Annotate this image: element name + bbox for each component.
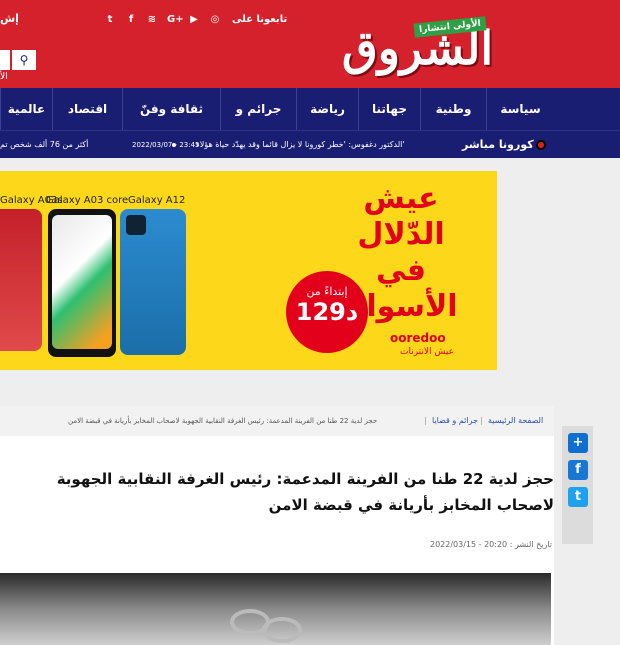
twitter-icon[interactable]: t bbox=[104, 12, 116, 28]
social-links: t f ≋ G+ ▶ ◎ bbox=[104, 12, 221, 28]
news-ticker: كورونا مباشر الدكتور دغفوس: 'خطر كورونا … bbox=[0, 130, 620, 158]
ad-banner[interactable]: Galaxy A03s Galaxy A03 core Galaxy A12 ع… bbox=[0, 171, 497, 370]
nav-item-crimes[interactable]: جرائم و قضايا bbox=[220, 88, 296, 158]
ad-brand-tagline: عيش الانترنات bbox=[400, 347, 454, 357]
breadcrumb-separator: | bbox=[480, 416, 483, 425]
publish-date: تاريخ النشر : 20:20 - 2022/03/15 bbox=[430, 540, 553, 549]
site-logo[interactable]: الشروق الأولى انتشارا bbox=[342, 16, 542, 82]
phone-a03s bbox=[0, 209, 42, 351]
phone-label-a12: Galaxy A12 bbox=[128, 195, 186, 206]
header-edge-text: الأ bbox=[0, 72, 8, 82]
twitter-share-icon[interactable]: t bbox=[568, 487, 588, 507]
facebook-icon[interactable]: f bbox=[125, 12, 137, 28]
breadcrumb-category[interactable]: جرائم و قضايا bbox=[432, 406, 478, 436]
ad-brand-logo: ooredoo bbox=[390, 331, 446, 345]
search-icon[interactable]: ⚲ bbox=[12, 50, 36, 70]
ad-headline-line1: عيش الدّلال bbox=[357, 181, 445, 252]
ad-price: 129د bbox=[295, 298, 359, 326]
nav-item-regions[interactable]: جهاتنا bbox=[358, 88, 420, 130]
follow-label: تابعونا على bbox=[232, 14, 288, 25]
header-edge-link[interactable]: إش bbox=[0, 12, 19, 25]
main-nav: سياسة وطنية جهاتنا رياضة جرائم و قضايا ث… bbox=[0, 88, 620, 158]
site-header: إش ⚲ الأ t f ≋ G+ ▶ ◎ تابعونا على الشروق… bbox=[0, 0, 620, 88]
ad-price-badge: إبتداءً من 129د bbox=[286, 271, 368, 353]
breadcrumb-separator: | bbox=[424, 416, 427, 425]
phone-label-a03core: Galaxy A03 core bbox=[46, 195, 129, 206]
nav-item-economy[interactable]: اقتصاد bbox=[52, 88, 122, 130]
google-plus-icon[interactable]: G+ bbox=[167, 12, 184, 28]
nav-item-politics[interactable]: سياسة bbox=[486, 88, 554, 130]
ticker-date: 2022/03/07 - 23:45 bbox=[132, 141, 200, 149]
youtube-icon[interactable]: ▶ bbox=[188, 12, 200, 28]
ticker-headline-next[interactable]: أكثر من 76 ألف شخص تم bbox=[0, 131, 88, 159]
article-hero-image bbox=[0, 573, 551, 645]
phone-a12 bbox=[120, 209, 186, 355]
share-sidebar: + f t bbox=[562, 426, 593, 544]
instagram-icon[interactable]: ◎ bbox=[209, 12, 221, 28]
ticker-label: كورونا مباشر bbox=[462, 138, 534, 151]
facebook-share-icon[interactable]: f bbox=[568, 460, 588, 480]
handcuff-shape bbox=[262, 617, 302, 643]
breadcrumb-home[interactable]: الصفحة الرئيسية bbox=[488, 406, 543, 436]
article-title: حجز لدية 22 طنا من الفرينة المدعمة: رئيس… bbox=[56, 470, 554, 514]
ticker-headline[interactable]: الدكتور دغفوس: 'خطر كورونا لا يزال قائما… bbox=[196, 131, 405, 159]
breadcrumb: الصفحة الرئيسية | جرائم و قضايا | حجز لد… bbox=[0, 406, 554, 436]
phone-a03core bbox=[48, 209, 116, 357]
breadcrumb-current: حجز لدية 22 طنا من الفرينة المدعمة: رئيس… bbox=[68, 417, 378, 425]
ad-price-prefix: إبتداءً من bbox=[306, 285, 348, 298]
nav-item-culture[interactable]: ثقافة وفنّ bbox=[122, 88, 220, 130]
nav-item-world[interactable]: عالمية bbox=[0, 88, 52, 130]
rss-icon[interactable]: ≋ bbox=[146, 12, 158, 28]
search-input[interactable] bbox=[0, 50, 10, 70]
live-dot-icon bbox=[536, 140, 546, 150]
nav-item-national[interactable]: وطنية bbox=[420, 88, 486, 130]
share-plus-icon[interactable]: + bbox=[568, 433, 588, 453]
nav-item-sports[interactable]: رياضة bbox=[296, 88, 358, 130]
